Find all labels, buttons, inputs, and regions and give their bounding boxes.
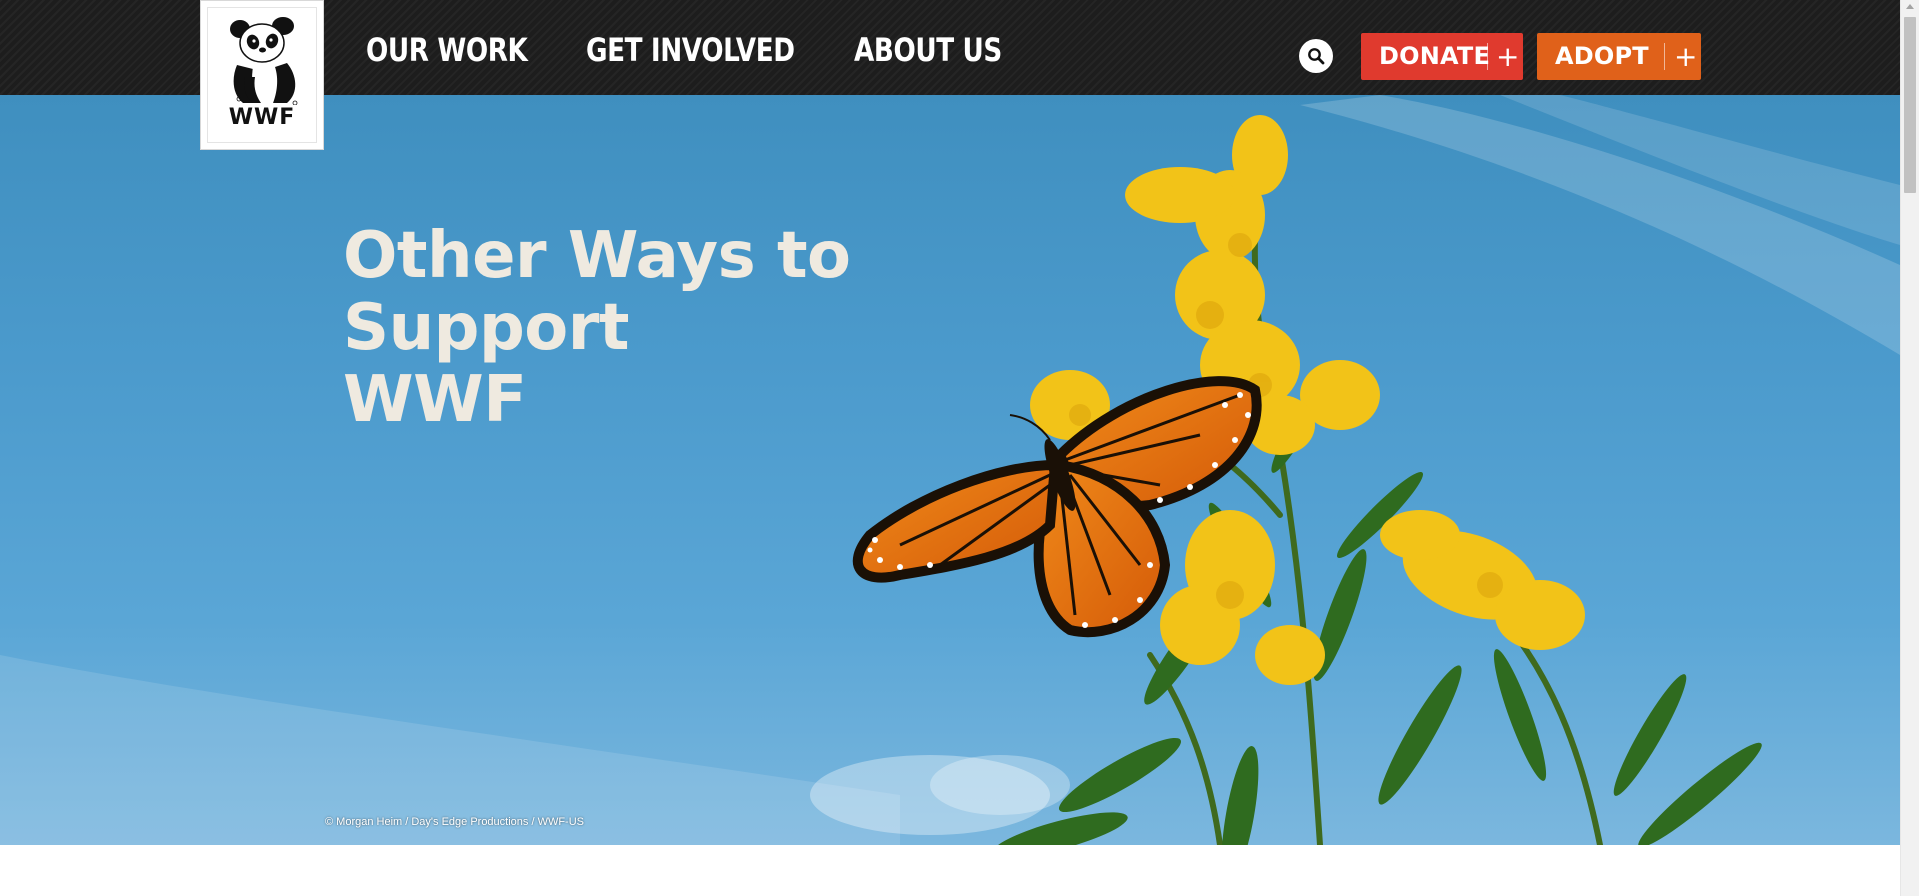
search-button[interactable] [1299,39,1333,73]
page-title-line2: WWF [343,363,527,437]
page-title: Other Ways to Support WWF [343,220,1143,436]
donate-label: DONATE [1379,42,1491,70]
donate-divider [1487,43,1488,70]
panda-icon [230,17,298,105]
plus-icon: + [1496,40,1520,73]
scroll-up-arrow-icon[interactable] [1906,4,1914,9]
hero-banner: Other Ways to Support WWF © Morgan Heim … [0,95,1900,845]
search-icon [1308,48,1325,65]
nav-our-work[interactable]: OUR WORK [366,28,528,72]
page-scrollbar[interactable] [1900,0,1919,896]
adopt-button[interactable]: ADOPT + [1537,33,1701,80]
logo-wordmark: WWF [228,105,296,130]
nav-get-involved[interactable]: GET INVOLVED [586,28,795,72]
main-nav: OUR WORK GET INVOLVED ABOUT US [366,28,1013,72]
scrollbar-thumb[interactable] [1904,17,1916,193]
photo-credit: © Morgan Heim / Day's Edge Productions /… [325,816,584,828]
adopt-label: ADOPT [1555,42,1649,70]
wwf-logo[interactable]: WWF [200,0,324,150]
adopt-divider [1664,43,1665,70]
page-title-line1: Other Ways to Support [343,219,851,365]
donate-button[interactable]: DONATE + [1361,33,1523,80]
nav-about-us[interactable]: ABOUT US [854,28,1002,72]
plus-icon: + [1674,40,1698,73]
hero-photo [0,95,1900,845]
